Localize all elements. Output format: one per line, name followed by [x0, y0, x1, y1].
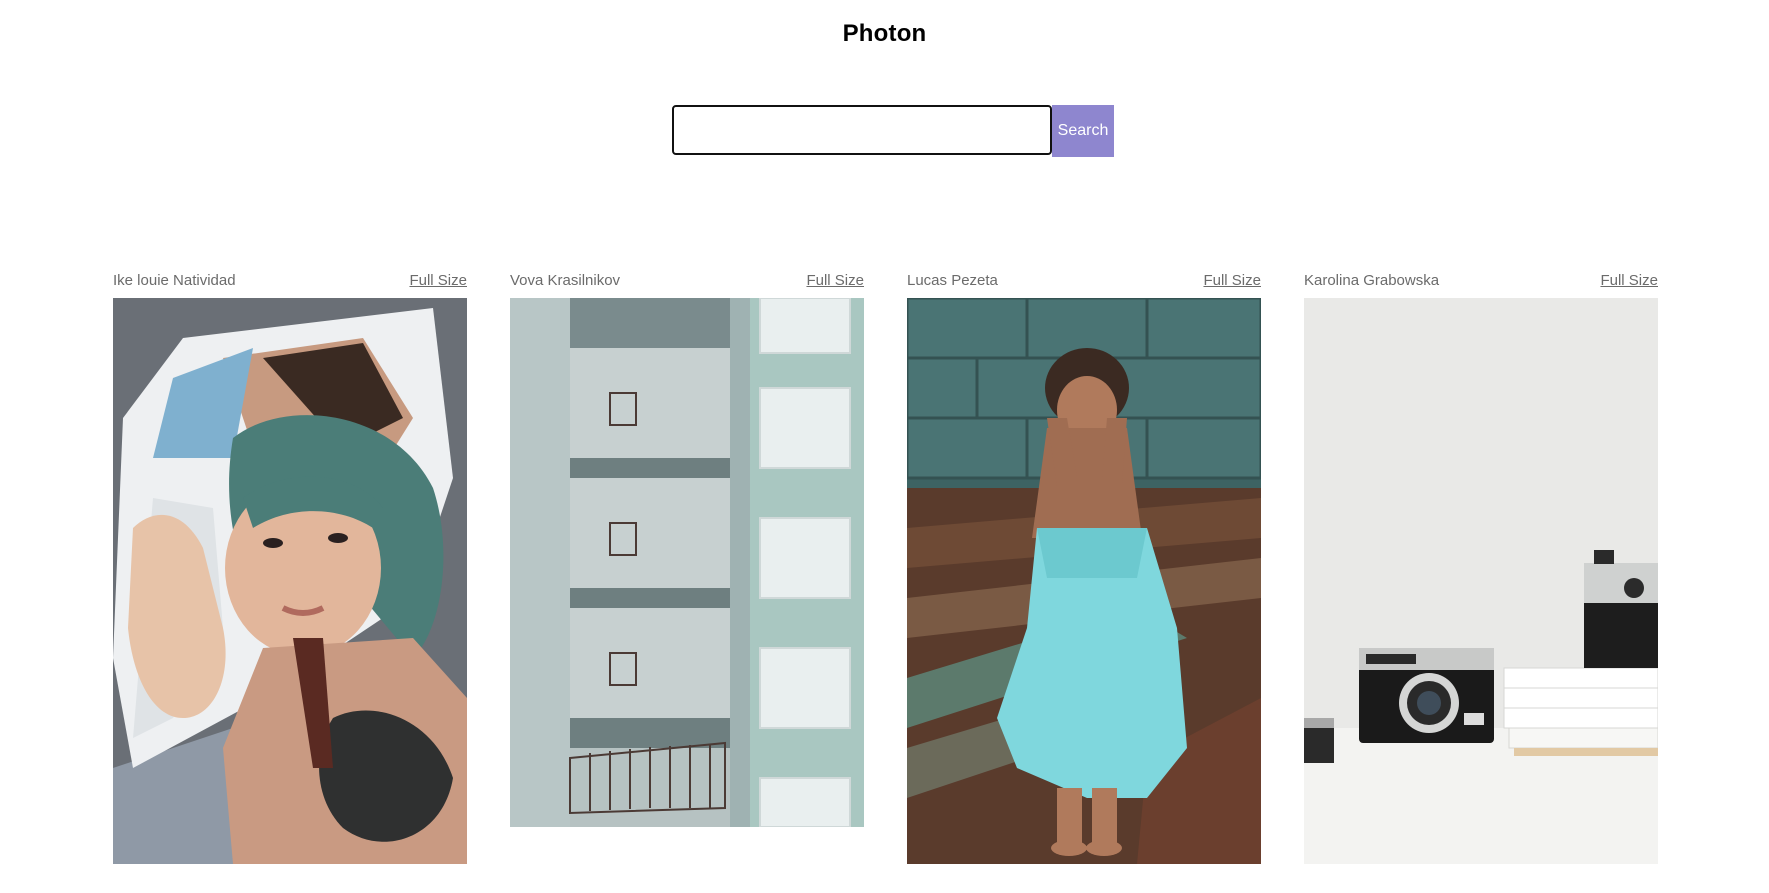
photo-gallery: Ike louie Natividad Full Size Vova Krasi… — [113, 272, 1658, 864]
vintage-cameras-on-books-image — [1304, 298, 1658, 864]
full-size-link[interactable]: Full Size — [806, 272, 864, 289]
photo-image[interactable] — [113, 298, 467, 864]
photo-author: Lucas Pezeta — [907, 272, 998, 289]
app-title: Photon — [842, 20, 927, 47]
photo-card: Vova Krasilnikov Full Size — [510, 272, 864, 864]
photo-image[interactable] — [510, 298, 864, 827]
search-button[interactable]: Search — [1052, 105, 1114, 157]
photo-image[interactable] — [907, 298, 1261, 864]
page: Photon Search Ike louie Natividad Full S… — [0, 0, 1769, 893]
full-size-link[interactable]: Full Size — [1600, 272, 1658, 289]
photo-author: Karolina Grabowska — [1304, 272, 1440, 289]
search-input[interactable] — [672, 105, 1052, 155]
photo-image[interactable] — [1304, 298, 1658, 864]
full-size-link[interactable]: Full Size — [1203, 272, 1261, 289]
portrait-woman-with-magazine-image — [113, 298, 467, 864]
photo-card-header: Vova Krasilnikov Full Size — [510, 272, 864, 298]
photo-card: Ike louie Natividad Full Size — [113, 272, 467, 864]
woman-in-blue-dress-sitting-image — [907, 298, 1261, 864]
photo-card: Lucas Pezeta Full Size — [907, 272, 1261, 864]
photo-card-header: Karolina Grabowska Full Size — [1304, 272, 1658, 298]
search-form: Search — [672, 105, 1114, 157]
photo-card-header: Ike louie Natividad Full Size — [113, 272, 467, 298]
photo-author: Ike louie Natividad — [113, 272, 236, 289]
photo-card-header: Lucas Pezeta Full Size — [907, 272, 1261, 298]
full-size-link[interactable]: Full Size — [409, 272, 467, 289]
photo-author: Vova Krasilnikov — [510, 272, 621, 289]
apartment-building-balconies-image — [510, 298, 864, 827]
photo-card: Karolina Grabowska Full Size — [1304, 272, 1658, 864]
